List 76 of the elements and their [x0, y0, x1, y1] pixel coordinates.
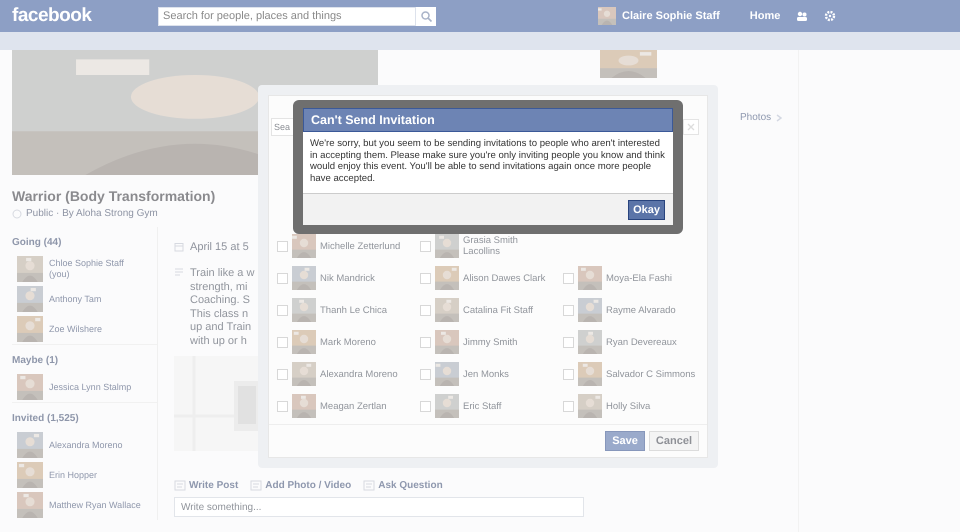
friend-name[interactable]: Holly Silva [606, 400, 696, 412]
photos-link[interactable]: Photos [740, 112, 772, 123]
checkbox[interactable] [563, 272, 574, 284]
description-line: Coaching. S [190, 294, 251, 308]
checkbox[interactable] [563, 368, 574, 380]
search-field[interactable]: Search for people, places and things [158, 6, 416, 26]
checkbox[interactable] [563, 304, 574, 316]
checkbox[interactable] [420, 368, 431, 380]
checkbox[interactable] [563, 400, 574, 412]
friend-name[interactable]: Jen Monks [463, 368, 553, 380]
composer-tab[interactable]: Add Photo / Video [265, 480, 352, 491]
gear-icon[interactable] [824, 10, 836, 22]
friend-name[interactable]: Meagan Zertlan [320, 400, 410, 412]
friend-name[interactable]: Alexandra Moreno [320, 368, 410, 380]
checkbox[interactable] [277, 272, 288, 284]
alert-title: Can't Send Invitation [303, 108, 673, 132]
friend-name[interactable]: Moya-Ela Fashi [606, 272, 696, 284]
close-icon [687, 123, 695, 131]
alert-message: We're sorry, but you seem to be sending invitations to people who aren't interested in accepting them. Please make sure you're only inviting people you know and think would enjoy this event. You'll be able to send invitations again once more people have accepted. [303, 132, 673, 193]
event-title: Warrior (Body Transformation) [12, 188, 216, 204]
person-name[interactable]: Chloe Sophie Staff (you) [49, 258, 144, 280]
friend-name[interactable]: Thanh Le Chica [320, 304, 410, 316]
person-name[interactable]: Anthony Tam [49, 294, 144, 304]
description-line: Train like a w [190, 267, 254, 280]
composer-tab[interactable]: Ask Question [378, 480, 443, 491]
friend-name[interactable]: Salvador C Simmons [606, 368, 696, 380]
search-button[interactable] [416, 6, 436, 26]
person-name[interactable]: Erin Hopper [49, 470, 144, 480]
friend-name[interactable]: Catalina Fit Staff [463, 304, 553, 316]
person-name[interactable]: Zoe Wilshere [49, 324, 144, 334]
save-button[interactable]: Save [605, 431, 645, 451]
composer-tab[interactable]: Write Post [189, 480, 238, 491]
friend-name[interactable]: Eric Staff [463, 400, 553, 412]
checkbox[interactable] [420, 240, 431, 252]
people-icon[interactable] [796, 10, 808, 22]
calendar-icon [174, 242, 184, 252]
search-icon [420, 10, 432, 22]
checkbox[interactable] [420, 272, 431, 284]
section-heading: Going (44) [12, 236, 62, 250]
event-subtitle: Public · By Aloha Strong Gym [26, 208, 158, 219]
checkbox[interactable] [277, 304, 288, 316]
user-name[interactable]: Claire Sophie Staff [622, 10, 720, 22]
person-name[interactable]: Jessica Lynn Stalmp [49, 382, 144, 392]
home-link[interactable]: Home [750, 10, 780, 22]
friend-name[interactable]: Ryan Devereaux [606, 336, 696, 348]
person-name[interactable]: Matthew Ryan Wallace [49, 500, 144, 510]
close-button[interactable] [683, 119, 699, 135]
person-name[interactable]: Alexandra Moreno [49, 440, 144, 450]
friend-name[interactable]: Alison Dawes Clark [463, 272, 553, 284]
section-heading: Invited (1,525) [12, 402, 157, 430]
globe-icon [12, 208, 22, 218]
event-date: April 15 at 5 [190, 241, 249, 253]
post-field[interactable]: Write something... [174, 497, 584, 517]
checkbox[interactable] [563, 336, 574, 348]
checkbox[interactable] [277, 240, 288, 252]
friend-name[interactable]: Grasia Smith Lacollins [463, 235, 553, 257]
description-line: strength, mi [190, 280, 248, 294]
checkbox[interactable] [277, 336, 288, 348]
description-line: up and Train [190, 321, 252, 334]
lines-icon [174, 267, 184, 277]
checkbox[interactable] [420, 336, 431, 348]
friend-name[interactable]: Jimmy Smith [463, 336, 553, 348]
checkbox[interactable] [277, 400, 288, 412]
cancel-button[interactable]: Cancel [648, 431, 699, 451]
checkbox[interactable] [420, 304, 431, 316]
description-line: with up or h [190, 334, 248, 348]
description-line: This class n [190, 308, 250, 321]
okay-button[interactable]: Okay [628, 200, 665, 220]
friend-name[interactable]: Michelle Zetterlund [320, 240, 410, 252]
checkbox[interactable] [420, 400, 431, 412]
friend-name[interactable]: Rayme Alvarado [606, 304, 696, 316]
checkbox[interactable] [277, 368, 288, 380]
logo[interactable]: facebook [12, 5, 142, 27]
friend-name[interactable]: Nik Mandrick [320, 272, 410, 284]
friend-name[interactable]: Mark Moreno [320, 336, 410, 348]
section-heading: Maybe (1) [12, 344, 157, 372]
